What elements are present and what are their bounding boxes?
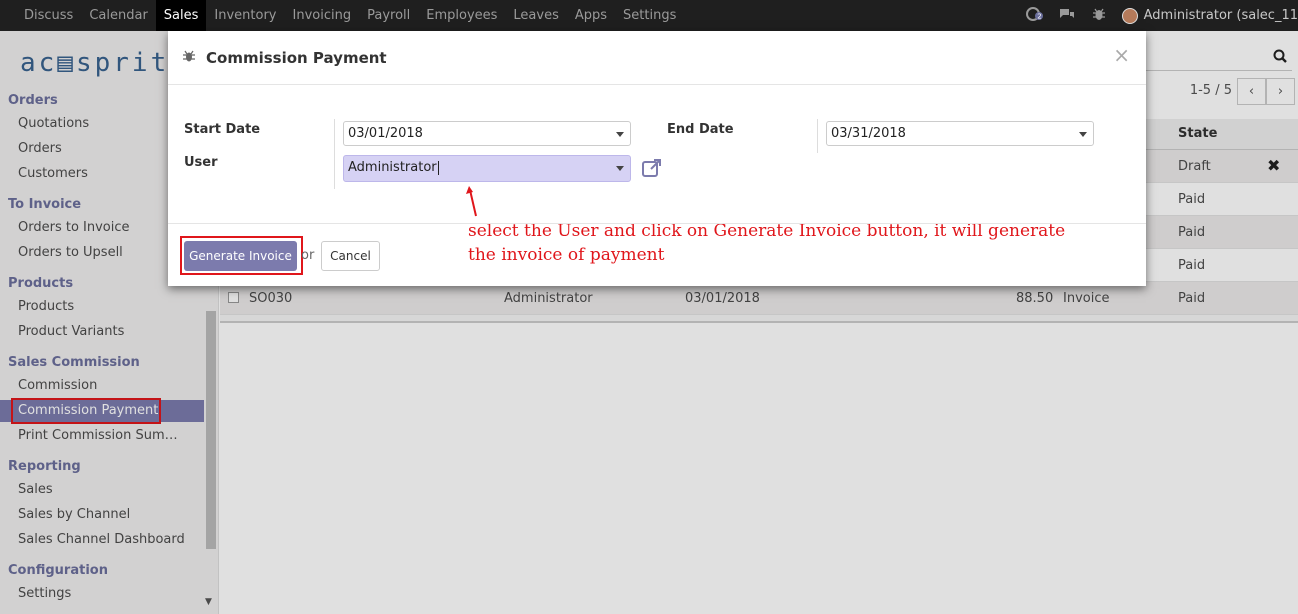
user-label: User [184, 155, 218, 170]
menu-calendar[interactable]: Calendar [81, 0, 155, 31]
cancel-button[interactable]: Cancel [321, 241, 380, 271]
commission-payment-dialog: Commission Payment × Start Date User 03/… [168, 31, 1146, 286]
chevron-down-icon[interactable] [616, 166, 624, 171]
bug-icon[interactable] [1090, 7, 1108, 24]
menu-discuss[interactable]: Discuss [16, 0, 81, 31]
end-date-field[interactable]: 03/31/2018 [826, 121, 1094, 146]
divider [817, 119, 818, 153]
chevron-down-icon[interactable] [1079, 132, 1087, 137]
online-status-icon[interactable]: 2 [1025, 7, 1044, 24]
top-navbar: Discuss Calendar Sales Inventory Invoici… [0, 0, 1298, 31]
menu-payroll[interactable]: Payroll [359, 0, 418, 31]
user-value: Administrator [348, 160, 437, 175]
or-text: or [301, 248, 315, 263]
menu-settings[interactable]: Settings [615, 0, 684, 31]
svg-text:2: 2 [1037, 13, 1041, 21]
chevron-down-icon[interactable] [616, 132, 624, 137]
external-link-icon[interactable] [641, 157, 663, 179]
chat-icon[interactable] [1058, 7, 1076, 24]
start-date-field[interactable]: 03/01/2018 [343, 121, 631, 146]
menu-inventory[interactable]: Inventory [206, 0, 284, 31]
menu-employees[interactable]: Employees [418, 0, 505, 31]
start-date-value: 03/01/2018 [348, 126, 423, 141]
divider [334, 119, 335, 189]
user-field[interactable]: Administrator [343, 155, 631, 182]
app-menu: Discuss Calendar Sales Inventory Invoici… [16, 0, 684, 31]
menu-apps[interactable]: Apps [567, 0, 615, 31]
text-cursor [437, 160, 439, 175]
menu-invoicing[interactable]: Invoicing [285, 0, 360, 31]
user-menu[interactable]: Administrator (salec_11 [1121, 7, 1298, 24]
dialog-footer: Generate Invoice or Cancel [168, 223, 1146, 286]
avatar [1121, 7, 1138, 24]
end-date-label: End Date [667, 122, 734, 137]
end-date-value: 03/31/2018 [831, 126, 906, 141]
dialog-title: Commission Payment [206, 49, 387, 67]
close-icon[interactable]: × [1113, 43, 1130, 67]
bug-icon [183, 49, 195, 63]
annotation-arrow-icon [466, 186, 477, 217]
menu-leaves[interactable]: Leaves [505, 0, 566, 31]
start-date-label: Start Date [184, 122, 261, 137]
menu-sales[interactable]: Sales [155, 0, 207, 31]
highlight-box-button [180, 236, 303, 275]
dialog-header: Commission Payment × [168, 31, 1146, 85]
user-name: Administrator (salec_11 [1143, 8, 1298, 23]
